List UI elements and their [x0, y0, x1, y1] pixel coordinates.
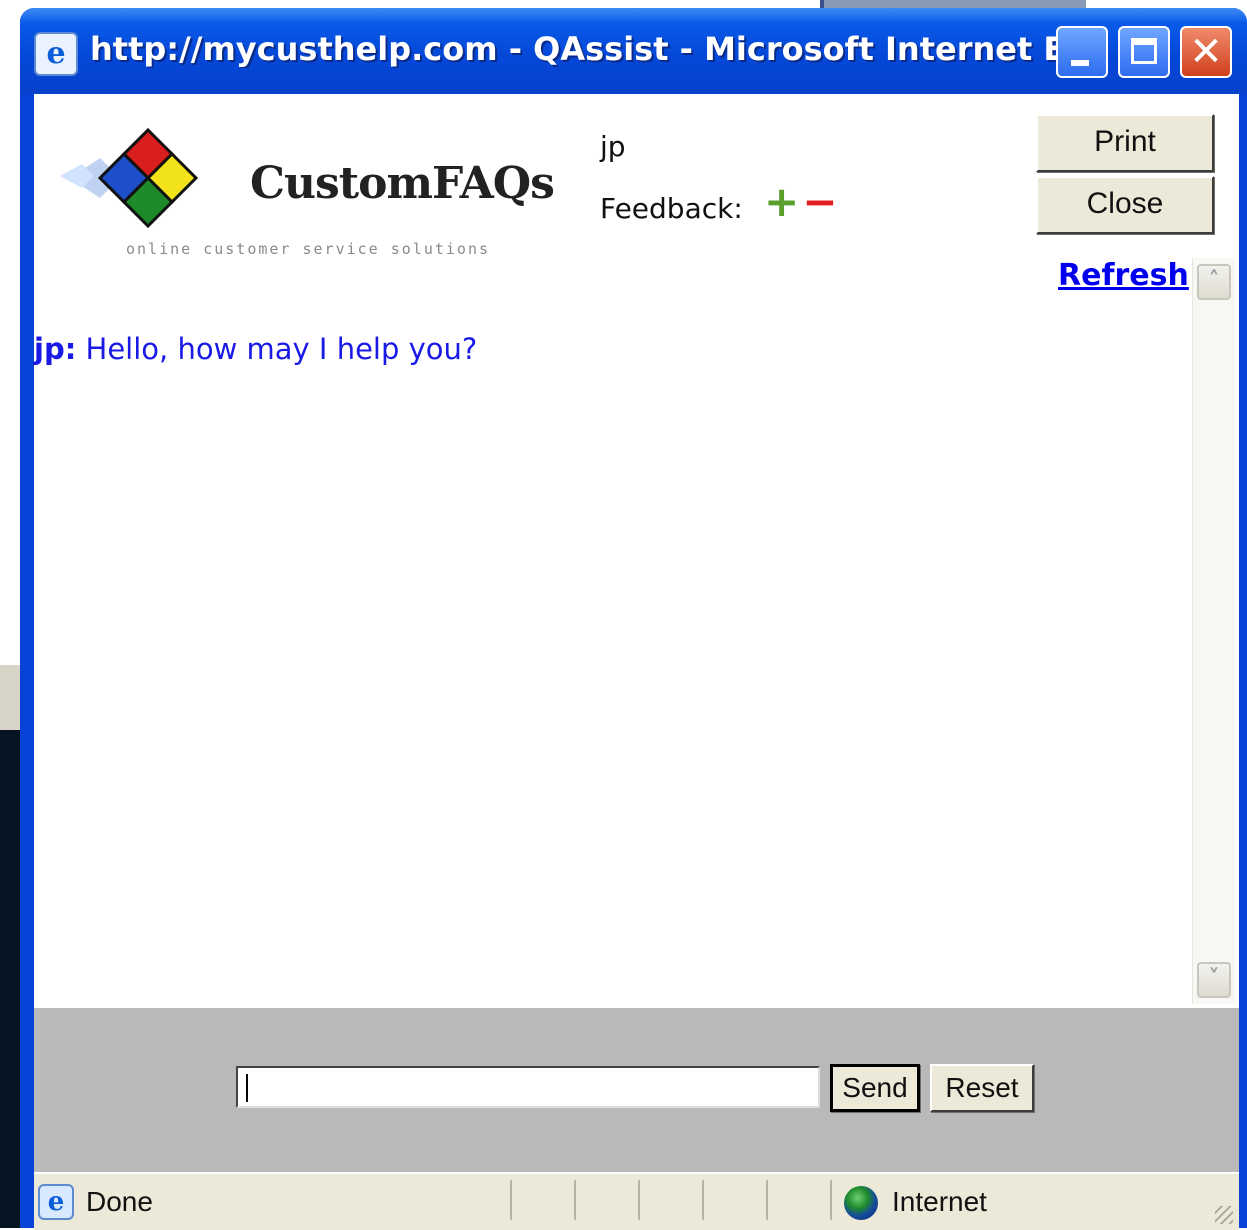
refresh-link[interactable]: Refresh [1058, 258, 1189, 293]
close-button[interactable]: Close [1036, 176, 1214, 234]
diamond-logo-icon [60, 127, 199, 229]
maximize-button[interactable] [1118, 26, 1170, 78]
agent-name: jp [600, 130, 626, 163]
message-input-panel: Send Reset [34, 1008, 1239, 1172]
print-button[interactable]: Print [1036, 114, 1214, 172]
ie-page-icon[interactable]: e [34, 32, 78, 76]
logo-wordmark: CustomFAQs [250, 158, 555, 209]
scroll-up-icon[interactable]: ˄ [1197, 264, 1231, 300]
chat-message-sender: jp: [34, 332, 77, 366]
feedback-plus-icon[interactable]: + [764, 181, 799, 223]
window-title: http://mycusthelp.com - QAssist - Micros… [90, 30, 1060, 68]
desktop-window-edge [0, 665, 20, 730]
status-text: Done [86, 1186, 153, 1217]
maximize-icon [1131, 38, 1157, 64]
chat-message: jp: Hello, how may I help you? [34, 332, 477, 366]
logo-tagline: online customer service solutions [126, 240, 491, 258]
status-bar: e Done Internet [34, 1172, 1239, 1230]
close-icon: ✕ [1189, 29, 1223, 75]
minimize-icon [1071, 60, 1089, 66]
title-bar[interactable]: e http://mycusthelp.com - QAssist - Micr… [20, 8, 1247, 94]
status-pane-divider [830, 1180, 832, 1220]
scroll-down-icon[interactable]: ˅ [1197, 962, 1231, 998]
message-input[interactable] [236, 1066, 820, 1108]
desktop-background [0, 0, 20, 665]
send-button[interactable]: Send [830, 1064, 920, 1112]
text-caret [246, 1074, 248, 1102]
status-pane-divider [766, 1180, 768, 1220]
security-zone-text: Internet [892, 1186, 987, 1217]
desktop-background-dark [0, 730, 20, 1228]
customfaqs-logo: CustomFAQs online customer service solut… [60, 118, 555, 258]
page-content: CustomFAQs online customer service solut… [34, 94, 1239, 1230]
ie-page-icon: e [38, 1184, 74, 1220]
internet-globe-icon [844, 1186, 878, 1220]
browser-window: e http://mycusthelp.com - QAssist - Micr… [20, 8, 1247, 1230]
status-pane-divider [702, 1180, 704, 1220]
reset-button[interactable]: Reset [930, 1064, 1034, 1112]
minimize-button[interactable] [1056, 26, 1108, 78]
chat-message-text: Hello, how may I help you? [85, 332, 478, 366]
status-pane-divider [510, 1180, 512, 1220]
resize-grip-icon[interactable] [1215, 1206, 1233, 1224]
feedback-label: Feedback: [600, 192, 743, 225]
status-pane-divider [574, 1180, 576, 1220]
feedback-minus-icon[interactable]: − [802, 181, 838, 223]
status-pane-divider [638, 1180, 640, 1220]
close-window-button[interactable]: ✕ [1180, 26, 1232, 78]
chat-scrollbar[interactable]: ˄ ˅ [1192, 258, 1235, 1004]
